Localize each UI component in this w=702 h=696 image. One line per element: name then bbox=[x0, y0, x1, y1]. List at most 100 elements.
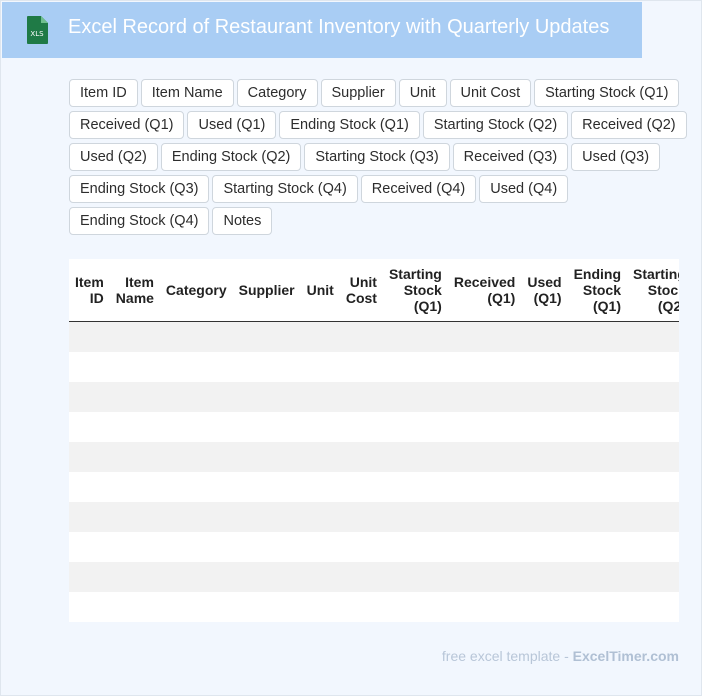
table-cell[interactable] bbox=[159, 412, 233, 442]
field-chip[interactable]: Starting Stock (Q3) bbox=[304, 143, 450, 171]
table-cell[interactable] bbox=[159, 502, 233, 532]
column-header[interactable]: Starting Stock (Q2) bbox=[627, 259, 679, 322]
table-cell[interactable] bbox=[521, 502, 568, 532]
field-chip[interactable]: Ending Stock (Q2) bbox=[160, 143, 302, 171]
field-chip[interactable]: Ending Stock (Q1) bbox=[279, 111, 420, 139]
table-cell[interactable] bbox=[627, 321, 679, 352]
field-chip[interactable]: Ending Stock (Q3) bbox=[69, 175, 210, 203]
table-cell[interactable] bbox=[567, 321, 627, 352]
table-cell[interactable] bbox=[521, 532, 568, 562]
table-cell[interactable] bbox=[447, 352, 522, 382]
table-cell[interactable] bbox=[627, 502, 679, 532]
field-chip[interactable]: Item Name bbox=[140, 79, 234, 107]
table-cell[interactable] bbox=[339, 472, 383, 502]
table-cell[interactable] bbox=[232, 412, 301, 442]
column-header[interactable]: Category bbox=[159, 259, 233, 322]
table-cell[interactable] bbox=[567, 562, 627, 592]
table-cell[interactable] bbox=[339, 352, 383, 382]
column-header[interactable]: Unit bbox=[300, 259, 340, 322]
table-cell[interactable] bbox=[521, 321, 568, 352]
table-cell[interactable] bbox=[521, 442, 568, 472]
table-cell[interactable] bbox=[69, 562, 110, 592]
column-header[interactable]: Unit Cost bbox=[339, 259, 383, 322]
field-chip[interactable]: Received (Q4) bbox=[360, 175, 477, 203]
table-cell[interactable] bbox=[300, 562, 340, 592]
table-cell[interactable] bbox=[232, 321, 301, 352]
table-cell[interactable] bbox=[447, 412, 522, 442]
column-header[interactable]: Item Name bbox=[109, 259, 160, 322]
table-cell[interactable] bbox=[339, 532, 383, 562]
table-cell[interactable] bbox=[447, 592, 522, 622]
table-cell[interactable] bbox=[382, 321, 448, 352]
table-cell[interactable] bbox=[69, 532, 110, 562]
table-cell[interactable] bbox=[300, 352, 340, 382]
table-cell[interactable] bbox=[339, 321, 383, 352]
table-cell[interactable] bbox=[159, 352, 233, 382]
field-chip[interactable]: Starting Stock (Q1) bbox=[534, 79, 680, 107]
field-chip[interactable]: Used (Q1) bbox=[187, 111, 277, 139]
table-cell[interactable] bbox=[339, 412, 383, 442]
field-chip[interactable]: Notes bbox=[212, 207, 273, 235]
table-cell[interactable] bbox=[159, 442, 233, 472]
table-cell[interactable] bbox=[69, 352, 110, 382]
table-cell[interactable] bbox=[109, 472, 160, 502]
table-cell[interactable] bbox=[447, 562, 522, 592]
table-cell[interactable] bbox=[627, 592, 679, 622]
table-cell[interactable] bbox=[447, 382, 522, 412]
table-cell[interactable] bbox=[300, 592, 340, 622]
table-cell[interactable] bbox=[567, 442, 627, 472]
table-cell[interactable] bbox=[567, 532, 627, 562]
table-cell[interactable] bbox=[382, 532, 448, 562]
table-cell[interactable] bbox=[232, 592, 301, 622]
field-chip[interactable]: Starting Stock (Q4) bbox=[212, 175, 358, 203]
column-header[interactable]: Starting Stock (Q1) bbox=[382, 259, 448, 322]
table-cell[interactable] bbox=[300, 321, 340, 352]
table-cell[interactable] bbox=[109, 352, 160, 382]
table-cell[interactable] bbox=[300, 472, 340, 502]
table-cell[interactable] bbox=[69, 592, 110, 622]
table-cell[interactable] bbox=[627, 472, 679, 502]
table-cell[interactable] bbox=[627, 532, 679, 562]
table-cell[interactable] bbox=[567, 502, 627, 532]
table-cell[interactable] bbox=[109, 321, 160, 352]
table-cell[interactable] bbox=[109, 412, 160, 442]
field-chip[interactable]: Ending Stock (Q4) bbox=[69, 207, 210, 235]
table-cell[interactable] bbox=[109, 592, 160, 622]
column-header[interactable]: Supplier bbox=[232, 259, 301, 322]
table-cell[interactable] bbox=[382, 592, 448, 622]
table-cell[interactable] bbox=[232, 442, 301, 472]
table-cell[interactable] bbox=[382, 412, 448, 442]
table-cell[interactable] bbox=[627, 562, 679, 592]
table-cell[interactable] bbox=[159, 592, 233, 622]
table-cell[interactable] bbox=[521, 412, 568, 442]
table-cell[interactable] bbox=[382, 502, 448, 532]
table-cell[interactable] bbox=[159, 382, 233, 412]
table-cell[interactable] bbox=[69, 382, 110, 412]
table-cell[interactable] bbox=[159, 472, 233, 502]
table-cell[interactable] bbox=[627, 412, 679, 442]
table-cell[interactable] bbox=[109, 562, 160, 592]
table-cell[interactable] bbox=[232, 532, 301, 562]
table-cell[interactable] bbox=[521, 472, 568, 502]
field-chip[interactable]: Supplier bbox=[320, 79, 396, 107]
column-header[interactable]: Used (Q1) bbox=[521, 259, 568, 322]
table-cell[interactable] bbox=[567, 412, 627, 442]
table-cell[interactable] bbox=[521, 382, 568, 412]
table-cell[interactable] bbox=[232, 562, 301, 592]
column-header[interactable]: Ending Stock (Q1) bbox=[567, 259, 627, 322]
inventory-table-container[interactable]: Item ID Item Name Category Supplier Unit Unit… bbox=[69, 259, 679, 622]
table-cell[interactable] bbox=[382, 352, 448, 382]
field-chip[interactable]: Received (Q2) bbox=[571, 111, 687, 139]
table-cell[interactable] bbox=[339, 382, 383, 412]
table-cell[interactable] bbox=[521, 592, 568, 622]
field-chip[interactable]: Received (Q1) bbox=[69, 111, 185, 139]
field-chip[interactable]: Category bbox=[236, 79, 318, 107]
table-cell[interactable] bbox=[109, 502, 160, 532]
table-cell[interactable] bbox=[109, 382, 160, 412]
table-cell[interactable] bbox=[447, 442, 522, 472]
table-cell[interactable] bbox=[567, 382, 627, 412]
table-cell[interactable] bbox=[382, 562, 448, 592]
field-chip[interactable]: Unit Cost bbox=[449, 79, 532, 107]
table-cell[interactable] bbox=[382, 382, 448, 412]
table-cell[interactable] bbox=[300, 532, 340, 562]
